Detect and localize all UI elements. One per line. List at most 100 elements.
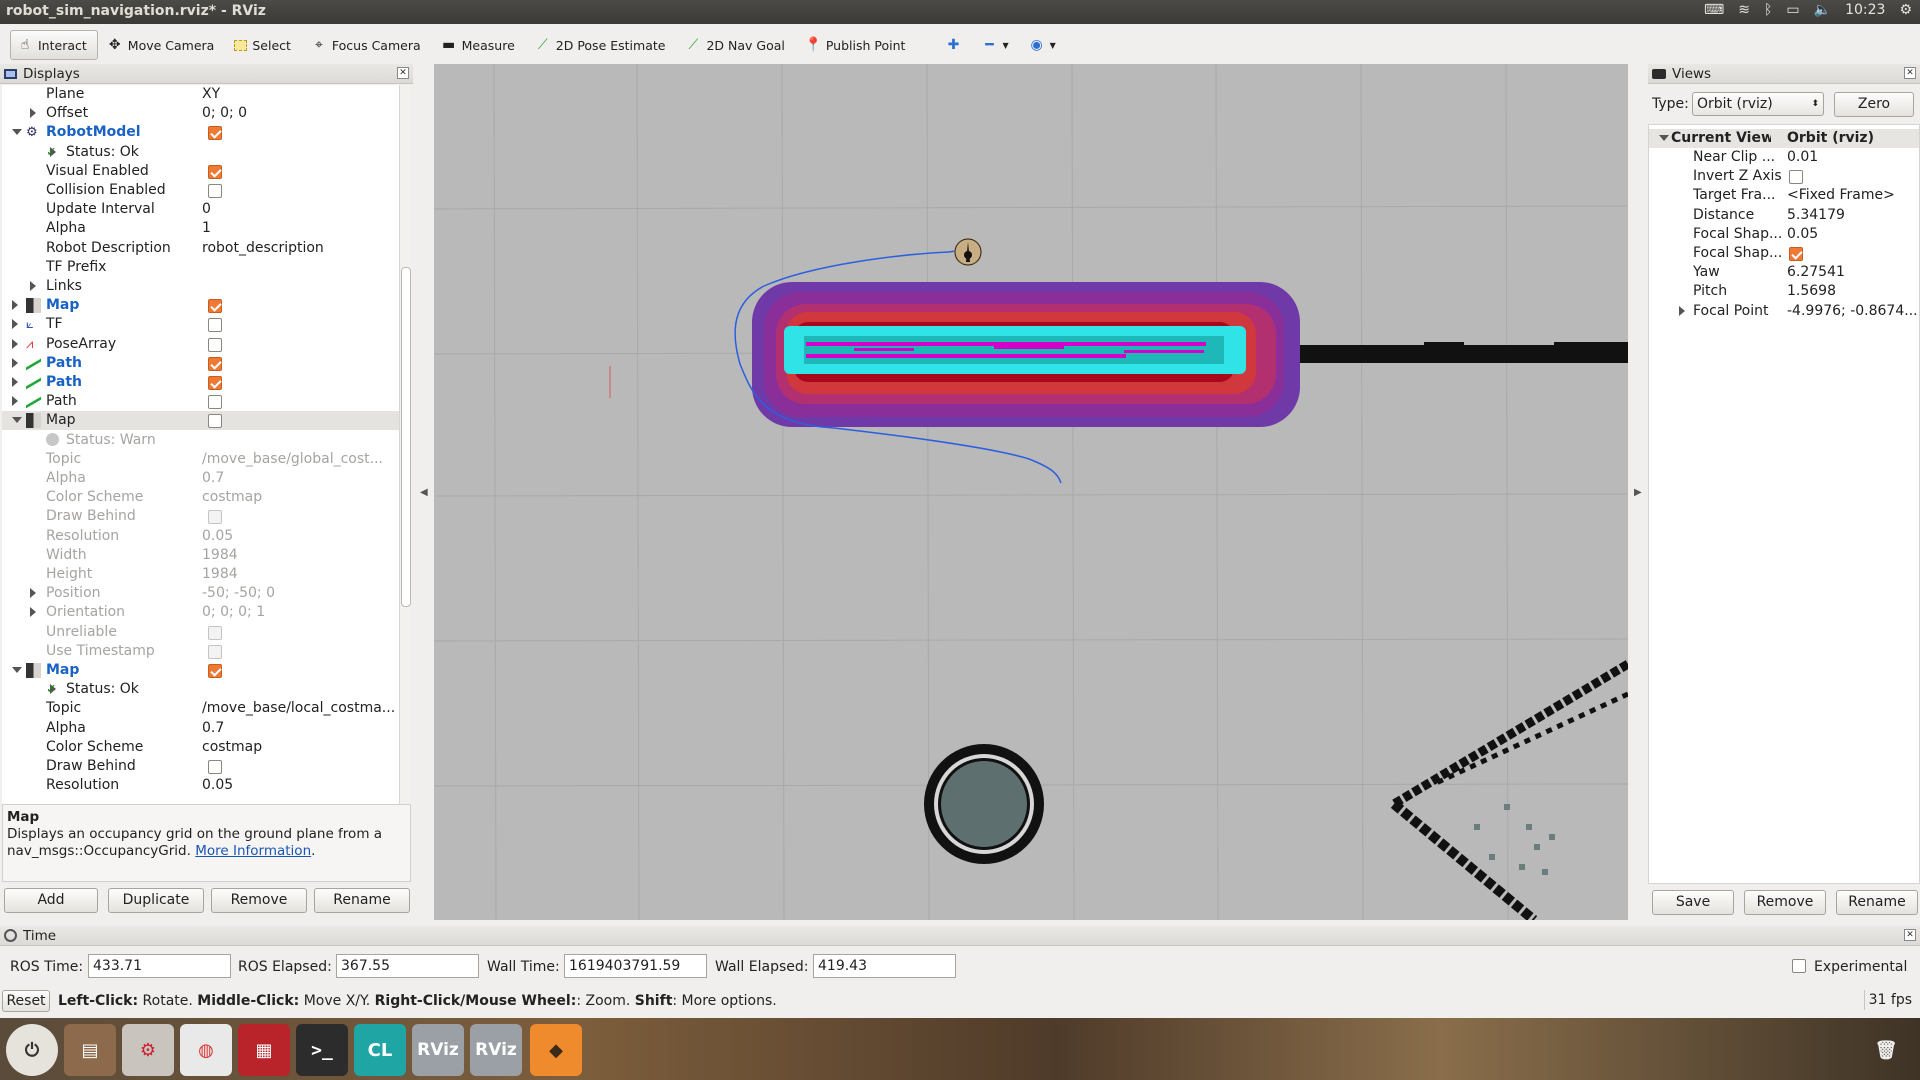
display-row[interactable]: TF Prefix (2, 258, 399, 277)
display-row-value[interactable]: 0; 0; 0; 1 (202, 604, 397, 620)
remove-display-button[interactable]: Remove (211, 888, 307, 913)
display-checkbox[interactable] (208, 414, 222, 429)
keyboard-icon[interactable]: ⌨ (1704, 2, 1724, 18)
display-checkbox[interactable] (208, 644, 222, 659)
display-row-value[interactable]: 0.7 (202, 470, 397, 486)
display-row[interactable]: Path (2, 370, 399, 392)
measure-tool[interactable]: ▬ Measure (434, 30, 526, 60)
collapse-right-arrow[interactable]: ▶ (1634, 487, 1642, 498)
display-row[interactable]: ⩘ PoseArray (2, 335, 399, 354)
display-row-value[interactable]: 0.7 (202, 720, 397, 736)
view-property-row[interactable]: Near Clip ... 0.01 (1649, 148, 1919, 167)
view-property-row[interactable]: Focal Point -4.9976; -0.8674... (1649, 302, 1919, 321)
view-property-row[interactable]: Distance 5.34179 (1649, 206, 1919, 225)
rviz-icon[interactable]: RViz (412, 1024, 464, 1076)
scrollbar-thumb[interactable] (401, 267, 411, 607)
display-row[interactable]: Map (2, 296, 399, 315)
view-property-row[interactable]: Focal Shap... (1649, 244, 1919, 263)
display-row[interactable]: Alpha 0.7 (2, 469, 399, 488)
display-row[interactable]: Position -50; -50; 0 (2, 584, 399, 603)
zero-button[interactable]: Zero (1834, 92, 1914, 117)
expand-arrow-icon[interactable] (12, 396, 18, 407)
view-property-row[interactable]: Yaw 6.27541 (1649, 263, 1919, 282)
add-tool-button[interactable]: ✚ (936, 30, 970, 60)
display-row[interactable]: ⟀ TF (2, 315, 399, 334)
collapse-left-arrow[interactable]: ◀ (420, 487, 428, 498)
visibility-tool-button[interactable]: ◉ ▼ (1020, 30, 1065, 60)
view-property-row[interactable]: Target Fra... <Fixed Frame> (1649, 186, 1919, 205)
view-checkbox[interactable] (1789, 247, 1803, 261)
display-row[interactable]: Links (2, 277, 399, 296)
display-row[interactable]: Path (2, 389, 399, 411)
display-row-value[interactable]: 0 (202, 201, 397, 217)
view-property-value[interactable]: 0.05 (1787, 226, 1917, 242)
collapse-arrow-icon[interactable] (12, 417, 22, 424)
expand-arrow-icon[interactable] (30, 607, 36, 618)
package-icon[interactable]: ◆ (530, 1024, 582, 1076)
expand-arrow-icon[interactable] (30, 281, 36, 291)
volume-icon[interactable]: 🔈 (1814, 2, 1831, 18)
display-row[interactable]: Resolution 0.05 (2, 776, 399, 795)
display-row[interactable]: Collision Enabled (2, 181, 399, 200)
display-checkbox[interactable] (208, 664, 222, 678)
select-tool[interactable]: Select (227, 30, 302, 60)
display-row[interactable]: Path (2, 351, 399, 373)
expand-arrow-icon[interactable] (12, 319, 18, 330)
ros-elapsed-field[interactable]: 367.55 (336, 954, 479, 978)
display-row[interactable]: ⚙ RobotModel (2, 123, 399, 142)
display-row[interactable]: Use Timestamp (2, 642, 399, 661)
displays-scrollbar[interactable] (399, 85, 411, 864)
view-property-value[interactable]: 0.01 (1787, 149, 1917, 165)
battery-icon[interactable]: ▭ (1786, 2, 1799, 18)
tools-icon[interactable]: ⚙ (122, 1024, 174, 1076)
collapse-arrow-icon[interactable] (12, 129, 22, 136)
move-camera-tool[interactable]: ✥ Move Camera (100, 30, 226, 60)
display-row-value[interactable]: XY (202, 86, 397, 102)
display-row[interactable]: Topic/move_base/global_cost... (2, 450, 399, 469)
view-property-value[interactable]: 5.34179 (1787, 207, 1917, 223)
trash-icon[interactable]: 🗑 (1860, 1024, 1912, 1076)
display-row-value[interactable]: 1984 (202, 566, 397, 582)
save-view-button[interactable]: Save (1652, 890, 1734, 915)
close-icon[interactable]: ✕ (1904, 929, 1916, 941)
rviz-icon[interactable]: RViz (470, 1024, 522, 1076)
system-settings-icon[interactable]: ⏻ (6, 1024, 58, 1076)
close-icon[interactable]: ✕ (397, 67, 409, 79)
display-row-value[interactable]: /move_base/local_costma... (202, 700, 397, 716)
display-row[interactable]: Map (2, 411, 399, 431)
display-row-value[interactable]: costmap (202, 739, 397, 755)
display-checkbox[interactable] (208, 126, 222, 141)
display-row[interactable]: Robot Description robot_description (2, 239, 399, 258)
display-checkbox[interactable] (208, 395, 222, 410)
display-row[interactable]: Visual Enabled (2, 162, 399, 181)
collapse-arrow-icon[interactable] (12, 667, 22, 673)
display-row[interactable]: Alpha 0.7 (2, 719, 399, 738)
view-property-row[interactable]: Invert Z Axis (1649, 167, 1919, 186)
display-checkbox[interactable] (208, 376, 222, 390)
3d-viewport[interactable] (434, 64, 1628, 920)
view-property-value[interactable]: 1.5698 (1787, 283, 1917, 299)
remove-view-button[interactable]: Remove (1744, 890, 1826, 915)
duplicate-display-button[interactable]: Duplicate (108, 888, 204, 913)
view-property-row[interactable]: Focal Shap... 0.05 (1649, 225, 1919, 244)
file-manager-icon[interactable]: ▤ (64, 1024, 116, 1076)
display-checkbox[interactable] (208, 164, 222, 179)
expand-arrow-icon[interactable] (30, 108, 36, 119)
display-row[interactable]: Height 1984 (2, 565, 399, 584)
expand-arrow-icon[interactable] (12, 357, 18, 368)
current-view-row[interactable]: Current View Orbit (rviz) (1649, 129, 1919, 148)
display-row[interactable]: Plane XY (2, 85, 399, 104)
display-checkbox[interactable] (208, 337, 222, 352)
gear-icon[interactable]: ⚙ (1899, 2, 1912, 18)
view-type-select[interactable]: Orbit (rviz) ⬍ (1692, 92, 1824, 116)
display-row-value[interactable]: /move_base/global_cost... (202, 451, 397, 467)
display-row[interactable]: Unreliable (2, 623, 399, 642)
display-row-value[interactable]: 1 (202, 220, 397, 236)
display-row[interactable]: Width 1984 (2, 546, 399, 565)
display-row-value[interactable]: robot_description (202, 240, 397, 256)
display-row[interactable]: Draw Behind (2, 507, 399, 526)
display-checkbox[interactable] (208, 760, 222, 774)
wifi-icon[interactable]: ≋ (1738, 2, 1750, 18)
expand-arrow-icon[interactable] (12, 377, 18, 387)
chrome-icon[interactable]: ◍ (180, 1024, 232, 1076)
